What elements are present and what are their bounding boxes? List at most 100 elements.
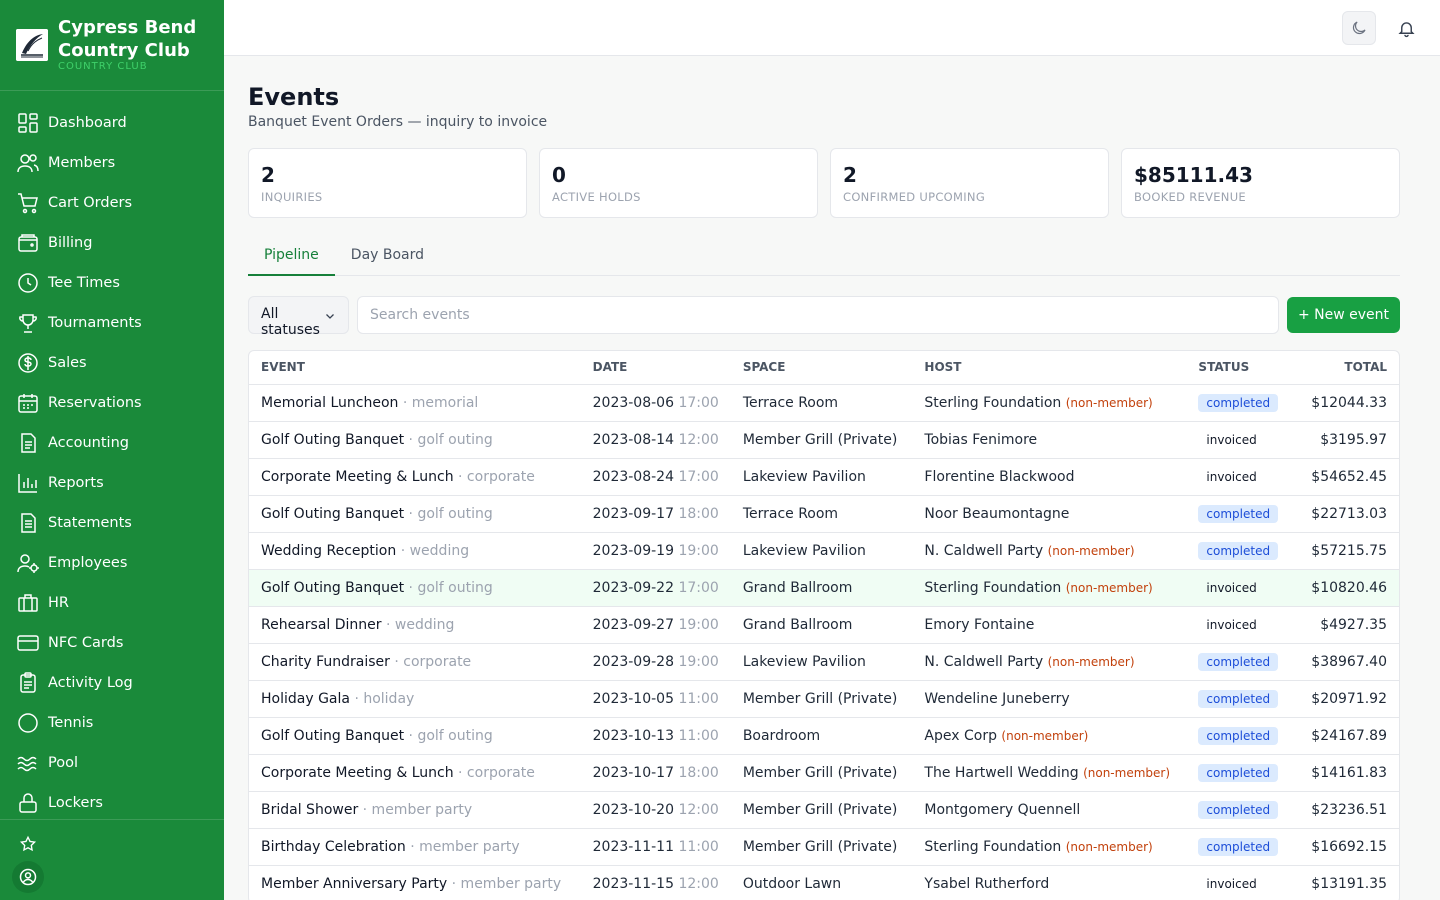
sidebar-item-nfc-cards[interactable]: NFC Cards xyxy=(0,623,224,663)
sidebar-item-pool[interactable]: Pool xyxy=(0,743,224,783)
sidebar-item-accounting[interactable]: Accounting xyxy=(0,423,224,463)
total-cell: $23236.51 xyxy=(1290,791,1399,829)
event-cell: Rehearsal Dinner · wedding xyxy=(249,606,581,644)
host-cell: Wendeline Juneberry xyxy=(912,680,1187,718)
status-cell: invoiced xyxy=(1186,458,1291,496)
sidebar-item-members[interactable]: Members xyxy=(0,143,224,183)
total-cell: $54652.45 xyxy=(1290,458,1399,496)
event-name[interactable]: Bridal Shower xyxy=(261,802,358,818)
search-input[interactable] xyxy=(357,296,1279,334)
star-icon[interactable] xyxy=(19,835,37,853)
event-name[interactable]: Memorial Luncheon xyxy=(261,395,398,411)
event-name[interactable]: Golf Outing Banquet xyxy=(261,728,404,744)
sidebar-item-billing[interactable]: Billing xyxy=(0,223,224,263)
total-cell: $12044.33 xyxy=(1290,384,1399,422)
event-name[interactable]: Golf Outing Banquet xyxy=(261,506,404,522)
space-cell: Member Grill (Private) xyxy=(730,754,913,792)
host-name: Tobias Fenimore xyxy=(924,431,1038,448)
sidebar-item-sales[interactable]: Sales xyxy=(0,343,224,383)
sidebar-item-label: Statements xyxy=(48,515,132,531)
table-row[interactable]: Birthday Celebration · member party 2023-… xyxy=(249,828,1399,866)
table-row[interactable]: Golf Outing Banquet · golf outing 2023-09… xyxy=(249,495,1399,533)
event-name[interactable]: Golf Outing Banquet xyxy=(261,580,404,596)
sidebar-footer xyxy=(0,819,224,900)
sidebar-item-hr[interactable]: HR xyxy=(0,583,224,623)
date-cell: 2023-11-15 12:00 xyxy=(580,865,731,900)
table-row[interactable]: Holiday Gala · holiday 2023-10-05 11:00 Me… xyxy=(249,680,1399,718)
event-type: · member party xyxy=(410,838,520,855)
status-badge: completed xyxy=(1198,837,1279,856)
sidebar-item-tennis[interactable]: Tennis xyxy=(0,703,224,743)
event-date: 2023-08-06 xyxy=(592,394,674,411)
table-row[interactable]: Golf Outing Banquet · golf outing 2023-10… xyxy=(249,717,1399,755)
event-type: · golf outing xyxy=(408,505,493,522)
event-name[interactable]: Corporate Meeting & Lunch xyxy=(261,765,454,781)
date-cell: 2023-10-13 11:00 xyxy=(580,717,731,755)
event-name[interactable]: Corporate Meeting & Lunch xyxy=(261,469,454,485)
sidebar-item-statements[interactable]: Statements xyxy=(0,503,224,543)
club-subtitle: COUNTRY CLUB xyxy=(58,61,148,72)
status-filter-select[interactable]: All statuses xyxy=(248,296,349,338)
event-name[interactable]: Rehearsal Dinner xyxy=(261,617,382,633)
brand: Cypress Bend Country Club COUNTRY CLUB xyxy=(0,0,224,91)
table-row[interactable]: Golf Outing Banquet · golf outing 2023-08… xyxy=(249,421,1399,459)
event-time: 17:00 xyxy=(678,579,719,596)
table-row[interactable]: Corporate Meeting & Lunch · corporate 202… xyxy=(249,458,1399,496)
sidebar-item-cart-orders[interactable]: Cart Orders xyxy=(0,183,224,223)
host-name: Ysabel Rutherford xyxy=(924,875,1050,892)
sidebar-item-dashboard[interactable]: Dashboard xyxy=(0,103,224,143)
sidebar-item-label: Employees xyxy=(48,555,128,571)
sidebar-item-label: HR xyxy=(48,595,69,611)
sidebar-item-lockers[interactable]: Lockers xyxy=(0,783,224,823)
table-row[interactable]: Member Anniversary Party · member party 2… xyxy=(249,865,1399,900)
user-avatar[interactable] xyxy=(12,861,44,893)
table-header-row: EVENT DATE SPACE HOST STATUS TOTAL xyxy=(249,351,1399,385)
sidebar: Cypress Bend Country Club COUNTRY CLUB D… xyxy=(0,0,224,900)
table-row[interactable]: Bridal Shower · member party 2023-10-20 1… xyxy=(249,791,1399,829)
table-row[interactable]: Corporate Meeting & Lunch · corporate 202… xyxy=(249,754,1399,792)
tab-day-board[interactable]: Day Board xyxy=(335,239,440,276)
column-header-status[interactable]: STATUS xyxy=(1186,351,1291,385)
event-name[interactable]: Member Anniversary Party xyxy=(261,876,447,892)
sidebar-item-label: Tournaments xyxy=(48,315,142,331)
column-header-date[interactable]: DATE xyxy=(580,351,731,385)
table-row[interactable]: Memorial Luncheon · memorial 2023-08-06 1… xyxy=(249,384,1399,422)
event-cell: Golf Outing Banquet · golf outing xyxy=(249,569,581,607)
document-icon xyxy=(21,433,36,453)
sidebar-item-reservations[interactable]: Reservations xyxy=(0,383,224,423)
status-badge: completed xyxy=(1198,689,1279,708)
status-cell: completed xyxy=(1186,754,1291,792)
column-header-space[interactable]: SPACE xyxy=(730,351,913,385)
event-name[interactable]: Wedding Reception xyxy=(261,543,396,559)
event-name[interactable]: Charity Fundraiser xyxy=(261,654,390,670)
theme-toggle-button[interactable] xyxy=(1342,11,1376,45)
host-cell: The Hartwell Wedding (non-member) xyxy=(912,754,1187,792)
notifications-button[interactable] xyxy=(1394,16,1418,40)
column-header-event[interactable]: EVENT xyxy=(249,351,581,385)
sidebar-item-employees[interactable]: Employees xyxy=(0,543,224,583)
sidebar-item-reports[interactable]: Reports xyxy=(0,463,224,503)
host-cell: Apex Corp (non-member) xyxy=(912,717,1187,755)
host-name: Wendeline Juneberry xyxy=(924,690,1070,707)
host-name: N. Caldwell Party xyxy=(924,653,1044,670)
host-cell: Montgomery Quennell xyxy=(912,791,1187,829)
sidebar-item-tee-times[interactable]: Tee Times xyxy=(0,263,224,303)
event-type: · corporate xyxy=(394,653,472,670)
table-row[interactable]: Rehearsal Dinner · wedding 2023-09-27 19:… xyxy=(249,606,1399,644)
table-row[interactable]: Charity Fundraiser · corporate 2023-09-28… xyxy=(249,643,1399,681)
sidebar-item-activity-log[interactable]: Activity Log xyxy=(0,663,224,703)
column-header-host[interactable]: HOST xyxy=(912,351,1187,385)
event-name[interactable]: Birthday Celebration xyxy=(261,839,406,855)
club-logo-icon[interactable] xyxy=(16,29,48,61)
table-row[interactable]: Wedding Reception · wedding 2023-09-19 19… xyxy=(249,532,1399,570)
new-event-button[interactable]: + New event xyxy=(1287,297,1400,333)
total-cell: $3195.97 xyxy=(1290,421,1399,459)
event-name[interactable]: Golf Outing Banquet xyxy=(261,432,404,448)
tab-pipeline[interactable]: Pipeline xyxy=(248,239,335,276)
status-badge: invoiced xyxy=(1206,432,1257,447)
status-cell: invoiced xyxy=(1186,606,1291,644)
sidebar-item-tournaments[interactable]: Tournaments xyxy=(0,303,224,343)
event-name[interactable]: Holiday Gala xyxy=(261,691,350,707)
table-row[interactable]: Golf Outing Banquet · golf outing 2023-09… xyxy=(249,569,1399,607)
column-header-total[interactable]: TOTAL xyxy=(1290,351,1399,385)
